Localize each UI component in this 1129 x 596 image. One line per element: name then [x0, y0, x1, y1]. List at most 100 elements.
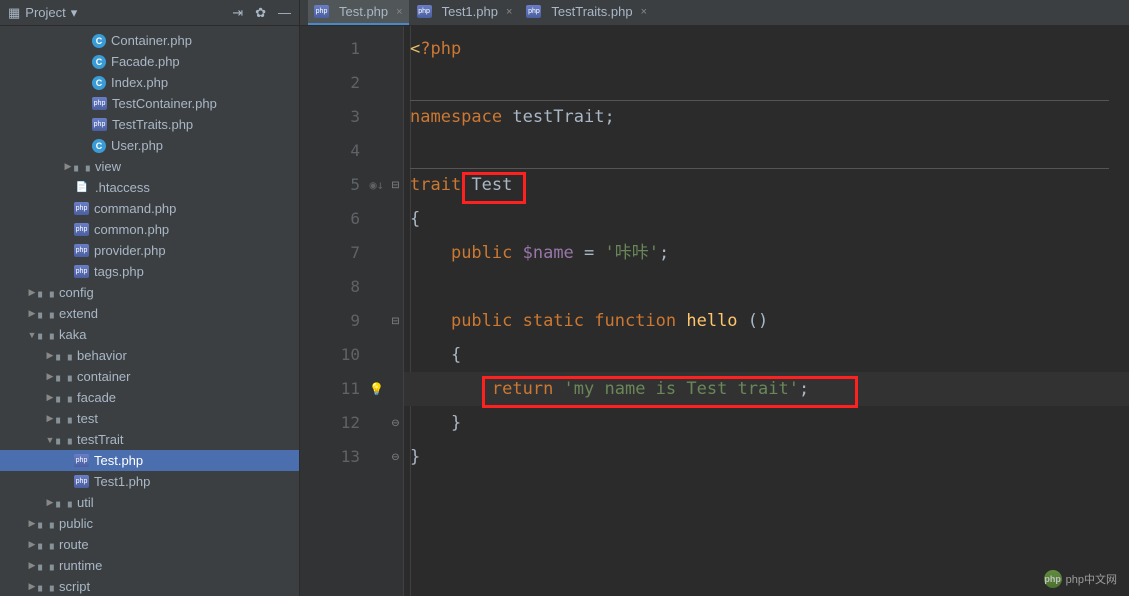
- folder-icon: ▖▗: [74, 159, 90, 175]
- hide-panel-icon[interactable]: —: [278, 5, 291, 20]
- line-number: 9: [300, 304, 388, 338]
- project-icon: ▦: [8, 5, 20, 21]
- tree-item[interactable]: CUser.php: [0, 135, 299, 156]
- file-icon: 📄: [74, 180, 90, 196]
- editor-tab[interactable]: phpTest1.php×: [411, 0, 519, 25]
- tree-item[interactable]: phpcommand.php: [0, 198, 299, 219]
- code-line[interactable]: [404, 270, 1129, 304]
- tree-item[interactable]: CFacade.php: [0, 51, 299, 72]
- folder-icon: ▖▗: [56, 348, 72, 364]
- folder-icon: ▖▗: [56, 432, 72, 448]
- tree-item[interactable]: ▶▖▗config: [0, 282, 299, 303]
- tree-arrow-icon[interactable]: ▶: [26, 539, 38, 550]
- code-line[interactable]: public static function hello (): [404, 304, 1129, 338]
- tree-item[interactable]: ▶▖▗runtime: [0, 555, 299, 576]
- gutter-badge-icon[interactable]: ◉↓: [370, 168, 384, 202]
- fold-marker: [388, 32, 403, 66]
- tree-arrow-icon[interactable]: ▼: [26, 330, 38, 340]
- code-line[interactable]: trait Test: [404, 168, 1129, 202]
- tree-item[interactable]: CContainer.php: [0, 30, 299, 51]
- line-number: 11💡: [300, 372, 388, 406]
- code-content[interactable]: <?phpnamespace testTrait;trait Test{ pub…: [404, 26, 1129, 596]
- line-number: 2: [300, 66, 388, 100]
- editor-tab[interactable]: phpTestTraits.php×: [520, 0, 653, 25]
- fold-column[interactable]: ⊟ ⊟ ⊖⊖: [388, 26, 404, 596]
- tree-item[interactable]: phpprovider.php: [0, 240, 299, 261]
- tree-item[interactable]: ▶▖▗extend: [0, 303, 299, 324]
- line-number: 8: [300, 270, 388, 304]
- fold-marker[interactable]: ⊖: [388, 406, 403, 440]
- tree-item[interactable]: ▼▖▗ kaka: [0, 324, 299, 345]
- tree-item[interactable]: ▶▖▗script: [0, 576, 299, 596]
- collapse-all-icon[interactable]: ⇥: [232, 5, 243, 21]
- settings-icon[interactable]: ✿: [255, 5, 266, 21]
- code-line[interactable]: {: [404, 338, 1129, 372]
- code-line[interactable]: [404, 66, 1129, 100]
- tree-arrow-icon[interactable]: ▶: [44, 371, 56, 382]
- tree-item-label: Test1.php: [94, 474, 150, 489]
- tree-arrow-icon[interactable]: ▶: [26, 287, 38, 298]
- tree-item[interactable]: ▶▖▗route: [0, 534, 299, 555]
- tree-arrow-icon[interactable]: ▶: [26, 581, 38, 592]
- code-line[interactable]: [404, 134, 1129, 168]
- php-file-icon: php: [74, 223, 89, 236]
- tree-item[interactable]: ▶▖▗behavior: [0, 345, 299, 366]
- tab-label: TestTraits.php: [551, 4, 632, 19]
- php-file-icon: php: [92, 97, 107, 110]
- code-line[interactable]: {: [404, 202, 1129, 236]
- tree-arrow-icon[interactable]: ▶: [44, 497, 56, 508]
- dropdown-icon[interactable]: ▾: [71, 5, 78, 21]
- tree-item[interactable]: ▶▖▗facade: [0, 387, 299, 408]
- tree-item[interactable]: phpTestTraits.php: [0, 114, 299, 135]
- folder-icon: ▖▗: [56, 390, 72, 406]
- tree-arrow-icon[interactable]: ▶: [44, 413, 56, 424]
- code-line[interactable]: <?php: [404, 32, 1129, 66]
- tree-arrow-icon[interactable]: ▶: [62, 161, 74, 172]
- tree-arrow-icon[interactable]: ▶: [44, 392, 56, 403]
- fold-marker[interactable]: ⊖: [388, 440, 403, 474]
- tree-item[interactable]: php common.php: [0, 219, 299, 240]
- tree-arrow-icon[interactable]: ▶: [44, 350, 56, 361]
- tree-item-label: Container.php: [111, 33, 192, 48]
- code-line[interactable]: return 'my name is Test trait';: [404, 372, 1129, 406]
- tree-arrow-icon[interactable]: ▶: [26, 560, 38, 571]
- folder-icon: ▖▗: [56, 411, 72, 427]
- code-line[interactable]: }: [404, 440, 1129, 474]
- tree-item[interactable]: phpTest1.php: [0, 471, 299, 492]
- tree-item[interactable]: ▶▖▗public: [0, 513, 299, 534]
- close-tab-icon[interactable]: ×: [641, 6, 647, 18]
- fold-marker[interactable]: ⊟: [388, 168, 403, 202]
- code-editor[interactable]: 12345◉↓67891011💡1213 ⊟⊟⊖⊖ <?phpnamespace…: [300, 26, 1129, 596]
- tree-item-label: Index.php: [111, 75, 168, 90]
- tree-item[interactable]: phpTest.php: [0, 450, 299, 471]
- folder-icon: ▖▗: [38, 327, 54, 343]
- code-line[interactable]: namespace testTrait;: [404, 100, 1129, 134]
- close-tab-icon[interactable]: ×: [506, 6, 512, 18]
- fold-marker[interactable]: ⊟: [388, 304, 403, 338]
- tree-item[interactable]: phptags.php: [0, 261, 299, 282]
- tree-item[interactable]: ▶▖▗util: [0, 492, 299, 513]
- code-line[interactable]: public $name = '咔咔';: [404, 236, 1129, 270]
- tree-item[interactable]: phpTestContainer.php: [0, 93, 299, 114]
- code-line[interactable]: }: [404, 406, 1129, 440]
- gutter-badge-icon[interactable]: 💡: [369, 372, 384, 406]
- close-tab-icon[interactable]: ×: [396, 6, 402, 18]
- tree-item[interactable]: ▼▖▗testTrait: [0, 429, 299, 450]
- tree-item-label: provider.php: [94, 243, 166, 258]
- tree-arrow-icon[interactable]: ▼: [44, 435, 56, 445]
- project-panel-header[interactable]: ▦ Project ▾ ⇥ ✿ —: [0, 0, 300, 25]
- line-number: 5◉↓: [300, 168, 388, 202]
- tree-item[interactable]: ▶▖▗container: [0, 366, 299, 387]
- tree-item[interactable]: ▶▖▗test: [0, 408, 299, 429]
- tree-item[interactable]: ▶▖▗view: [0, 156, 299, 177]
- tree-item-label: kaka: [59, 327, 86, 342]
- tree-arrow-icon[interactable]: ▶: [26, 308, 38, 319]
- tree-arrow-icon[interactable]: ▶: [26, 518, 38, 529]
- tree-item-label: common.php: [94, 222, 169, 237]
- tree-item[interactable]: 📄.htaccess: [0, 177, 299, 198]
- tree-item[interactable]: CIndex.php: [0, 72, 299, 93]
- project-tree[interactable]: CContainer.phpCFacade.phpCIndex.phpphpTe…: [0, 26, 300, 596]
- php-file-icon: php: [92, 118, 107, 131]
- fold-marker: [388, 338, 403, 372]
- editor-tab[interactable]: phpTest.php×: [308, 0, 409, 25]
